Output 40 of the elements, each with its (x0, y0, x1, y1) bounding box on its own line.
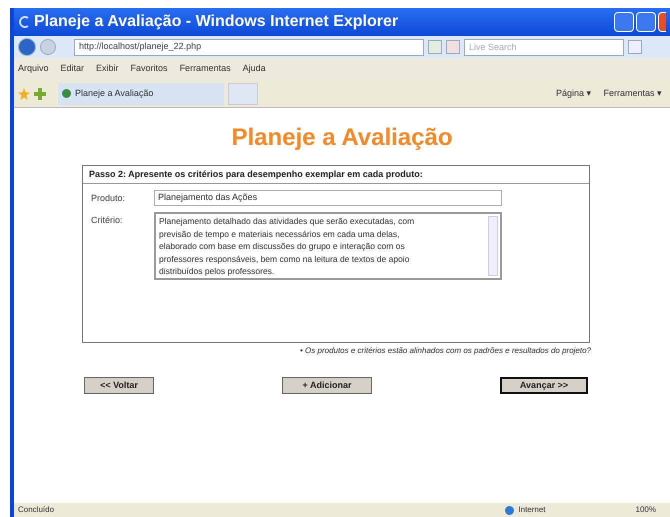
menu-item[interactable]: Exibir (96, 62, 119, 76)
maximize-button[interactable] (636, 12, 656, 32)
back-button[interactable]: << Voltar (84, 377, 154, 394)
search-field[interactable]: Live Search (464, 38, 624, 56)
criteria-textarea[interactable]: Planejamento detalhado das atividades que serão executadas, com previsão de tempo e materiais necessários em cada uma delas, elaborado com base em discussões do grupo e interação com os professores responsáveis, bem como na leitura de textos de apoio distribuídos pelos professores. (154, 212, 502, 280)
star-icon[interactable] (18, 88, 30, 100)
menu-item[interactable]: Arquivo (18, 62, 49, 76)
forward-button[interactable] (40, 39, 56, 55)
search-button[interactable] (628, 40, 642, 54)
url-text: http://localhost/planeje_22.php (79, 40, 202, 54)
new-tab-button[interactable] (228, 82, 258, 104)
question-note: • Os produtos e critérios estão alinhados com os padrões e resultados do projeto? (299, 345, 591, 357)
page-icon (62, 89, 71, 98)
field-label: Produto: (91, 192, 126, 205)
field-label: Critério: (91, 214, 124, 227)
stop-button[interactable] (446, 40, 460, 54)
scrollbar[interactable] (488, 216, 498, 276)
toolbar-menu-button[interactable]: Ferramentas ▾ (603, 86, 662, 100)
browser-icon (18, 15, 30, 29)
menu-item[interactable]: Ferramentas (180, 62, 231, 76)
step-heading: Passo 2: Apresente os critérios para desempenho exemplar em cada produto: (83, 166, 589, 184)
add-button[interactable]: + Adicionar (282, 377, 372, 394)
close-button[interactable] (658, 12, 666, 32)
page-heading: Planeje a Avaliação (231, 123, 452, 153)
status-text: Concluído (18, 504, 54, 516)
globe-icon (505, 506, 514, 514)
menu-item[interactable]: Editar (60, 62, 84, 76)
toolbar-menu-button[interactable]: Página ▾ (556, 86, 592, 100)
menu-item[interactable]: Ajuda (242, 62, 266, 76)
zone-label: Internet (518, 504, 546, 516)
browser-tab[interactable]: Planeje a Avaliação (58, 82, 224, 104)
window-title: Planeje a Avaliação - Windows Internet Explorer (34, 12, 398, 32)
product-field[interactable]: Planejamento das Ações (154, 190, 502, 206)
next-button[interactable]: Avançar >> (500, 377, 588, 394)
minimize-button[interactable] (614, 12, 634, 32)
refresh-button[interactable] (428, 40, 442, 54)
zoom-control[interactable]: 100% (636, 504, 656, 516)
back-button[interactable] (18, 38, 36, 56)
address-field[interactable]: http://localhost/planeje_22.php (74, 38, 424, 56)
menu-item[interactable]: Favoritos (130, 62, 168, 76)
